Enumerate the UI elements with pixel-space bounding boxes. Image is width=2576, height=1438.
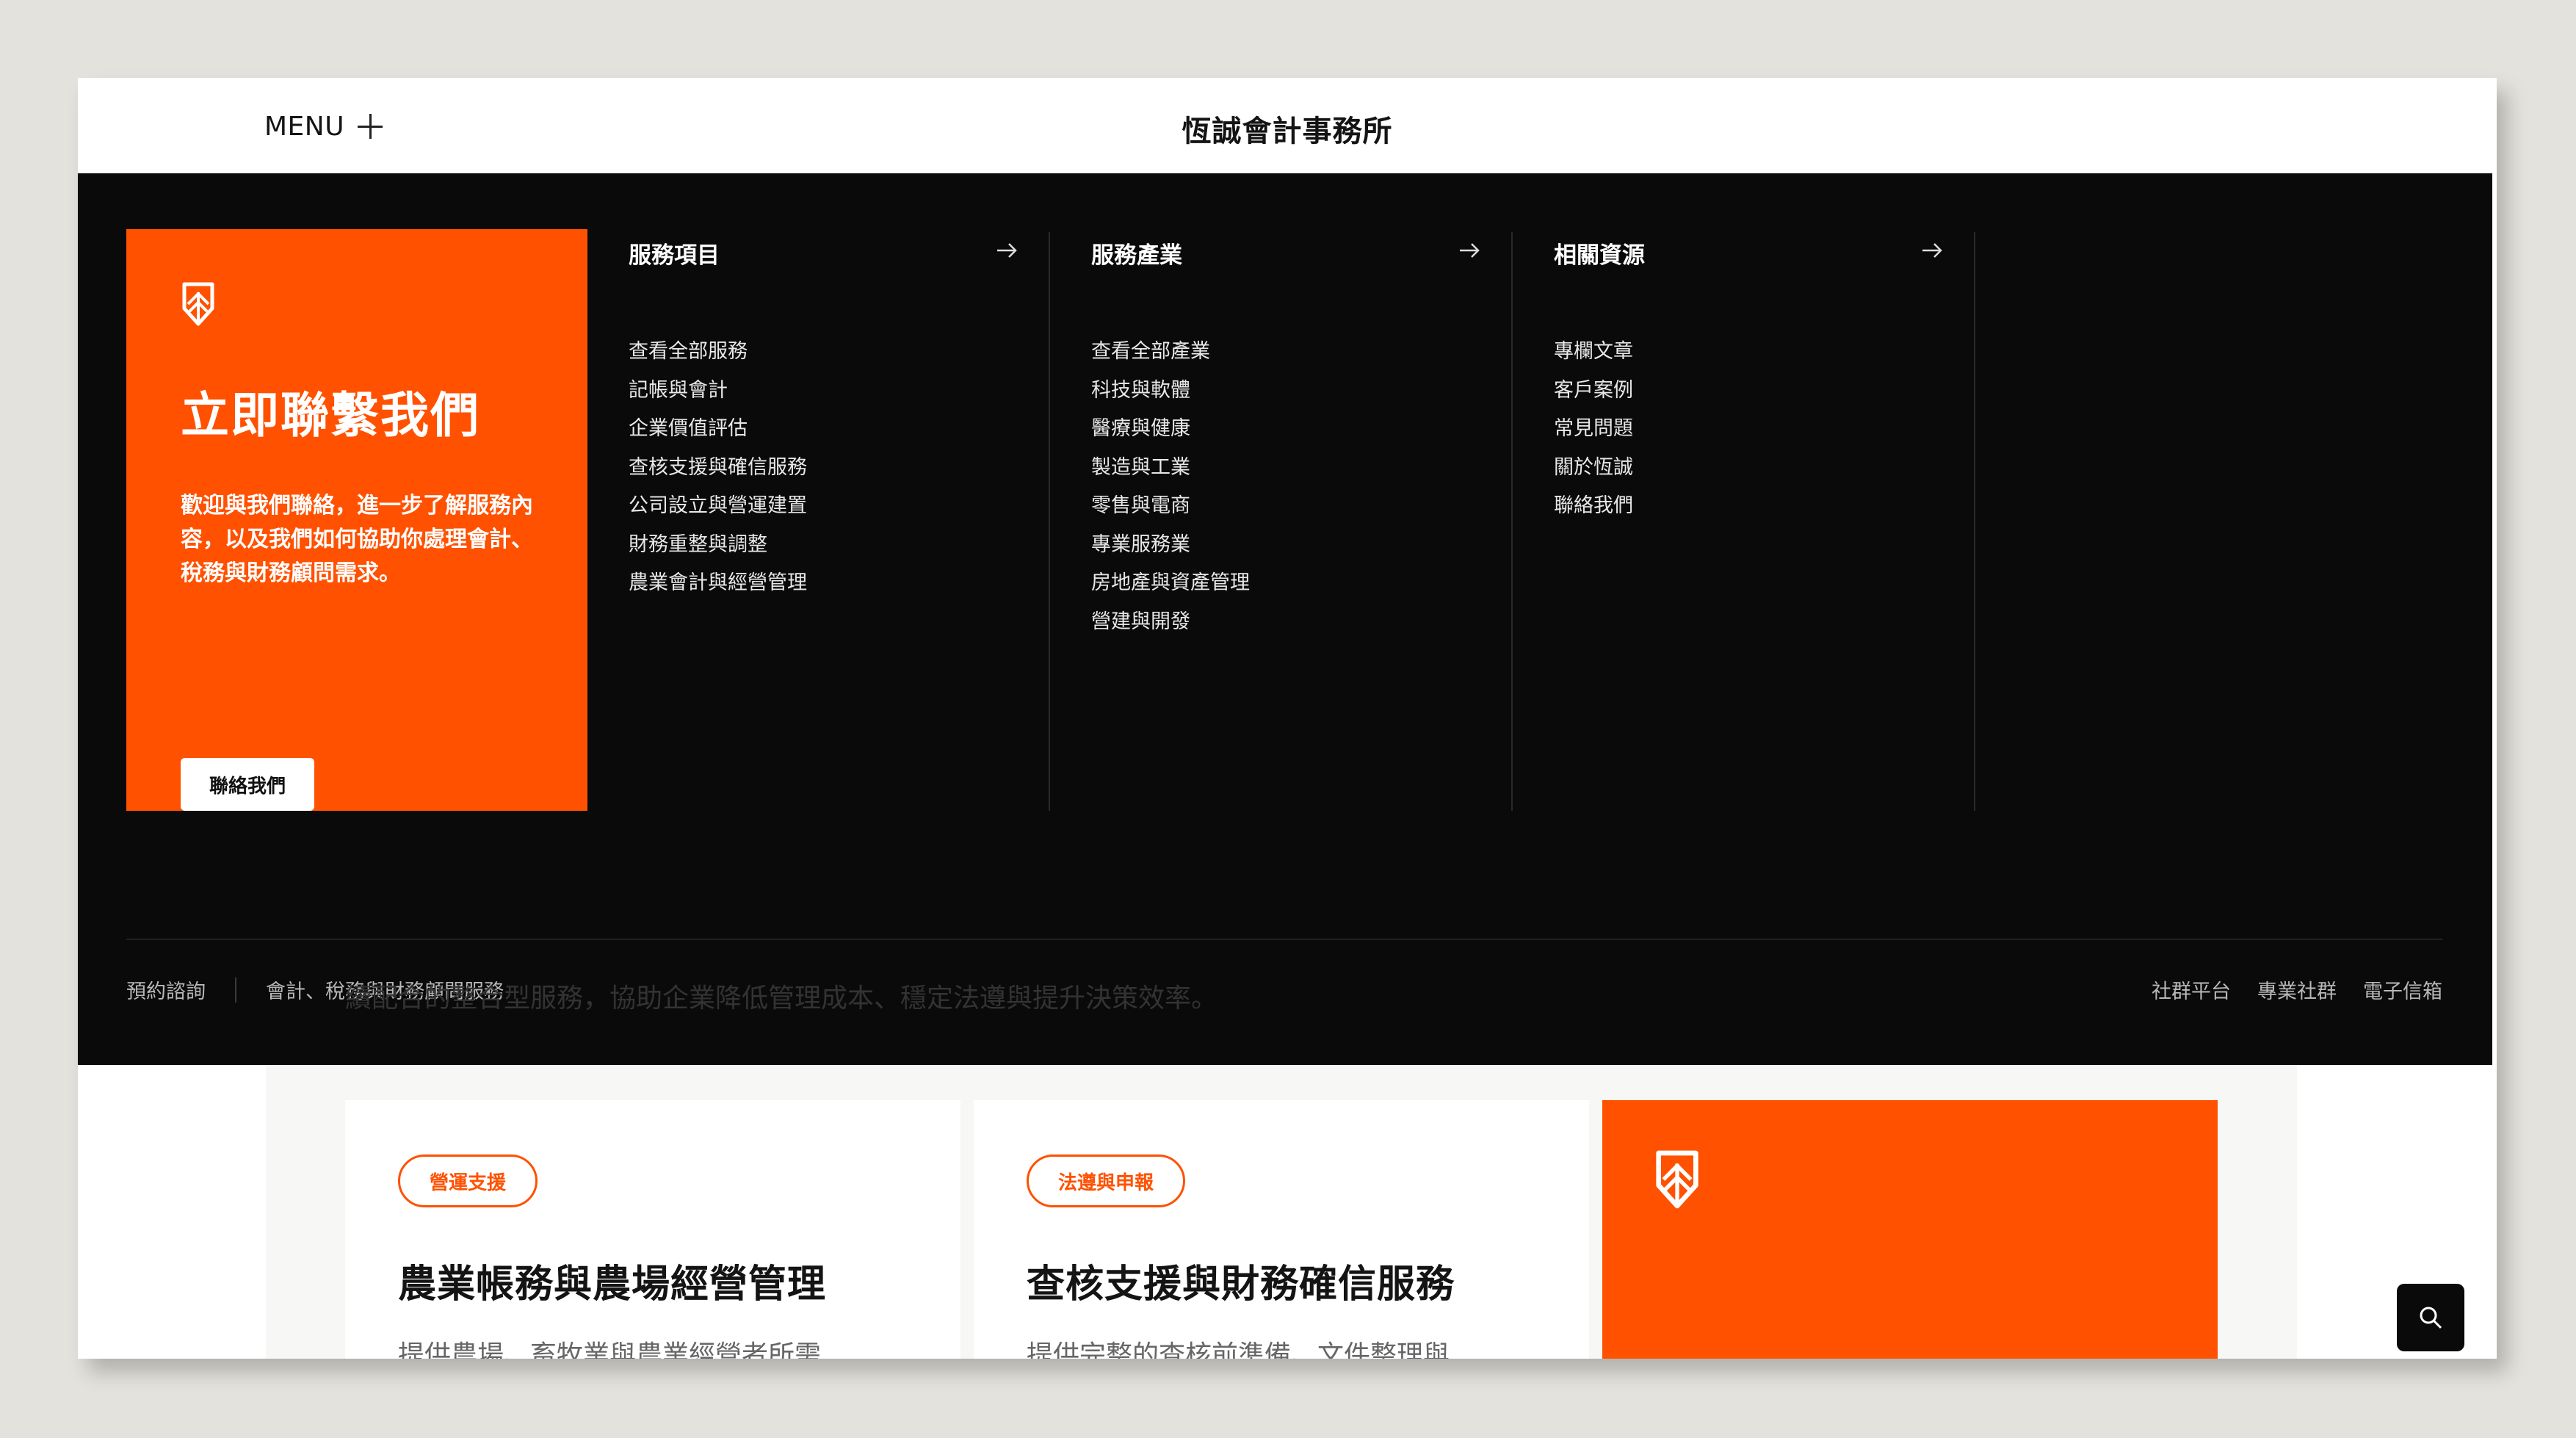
- search-icon: [2420, 1307, 2442, 1329]
- menu-link[interactable]: 科技與軟體: [1091, 379, 1250, 419]
- card-description: 提供完整的查核前準備、文件整理與: [1027, 1340, 1450, 1359]
- menu-column-industries: 服務產業 查看全部產業 科技與軟體 醫療與健康 製造與工業 零售與電商 專業服務…: [1091, 229, 1480, 811]
- mega-menu-divider: [126, 939, 2442, 940]
- menu-link[interactable]: 記帳與會計: [629, 379, 807, 419]
- arrow-right-icon: [1922, 243, 1942, 258]
- menu-link[interactable]: 常見問題: [1554, 418, 1633, 457]
- arrow-right-icon: [997, 243, 1017, 258]
- column-title: 相關資源: [1554, 242, 1645, 269]
- arrow-right-icon: [1460, 243, 1480, 258]
- contact-cta-panel: 立即聯繫我們 歡迎與我們聯絡，進一步了解服務內容，以及我們如何協助你處理會計、稅…: [126, 229, 587, 811]
- logo-icon: [1656, 1150, 1698, 1209]
- social-platform-link[interactable]: 社群平台: [2152, 975, 2231, 1004]
- card-title: 農業帳務與農場經營管理: [398, 1262, 827, 1307]
- column-divider: [1511, 232, 1513, 811]
- menu-link[interactable]: 公司設立與營運建置: [629, 495, 807, 534]
- card-tag: 營運支援: [398, 1155, 538, 1207]
- site-header: MENU 恆誠會計事務所: [78, 78, 2497, 173]
- menu-link[interactable]: 聯絡我們: [1554, 495, 1633, 534]
- menu-link[interactable]: 醫療與健康: [1091, 418, 1250, 457]
- search-button[interactable]: [2397, 1284, 2464, 1351]
- menu-link[interactable]: 查看全部產業: [1091, 341, 1250, 380]
- card-tag: 法遵與申報: [1027, 1155, 1186, 1207]
- column-divider: [1049, 232, 1050, 811]
- menu-link[interactable]: 專業服務業: [1091, 533, 1250, 573]
- menu-link[interactable]: 企業價值評估: [629, 418, 807, 457]
- menu-link[interactable]: 客戶案例: [1554, 379, 1633, 419]
- column-divider: [1974, 232, 1975, 811]
- menu-link[interactable]: 農業會計與經營管理: [629, 572, 807, 611]
- section-intro-text: 續配合的整合型服務，協助企業降低管理成本、穩定法遵與提升決策效率。: [345, 983, 1218, 1014]
- column-title: 服務項目: [629, 242, 720, 269]
- resources-heading-link[interactable]: 相關資源: [1554, 229, 1943, 273]
- footer-divider: [235, 977, 236, 1002]
- service-card[interactable]: 營運支援 農業帳務與農場經營管理 提供農場、畜牧業與農業經營者所需: [345, 1100, 960, 1359]
- column-title: 服務產業: [1091, 242, 1182, 269]
- resources-list: 專欄文章 客戶案例 常見問題 關於恆誠 聯絡我們: [1554, 341, 1633, 534]
- email-link[interactable]: 電子信箱: [2363, 975, 2442, 1004]
- contact-us-button[interactable]: 聯絡我們: [181, 758, 314, 811]
- promo-card[interactable]: [1602, 1100, 2218, 1359]
- mega-footer-right: 社群平台 專業社群 電子信箱: [2152, 975, 2442, 1004]
- mega-menu: 立即聯繫我們 歡迎與我們聯絡，進一步了解服務內容，以及我們如何協助你處理會計、稅…: [78, 173, 2492, 1065]
- menu-column-services: 服務項目 查看全部服務 記帳與會計 企業價值評估 查核支援與確信服務 公司設立與…: [629, 229, 1018, 811]
- services-heading-link[interactable]: 服務項目: [629, 229, 1018, 273]
- cta-description: 歡迎與我們聯絡，進一步了解服務內容，以及我們如何協助你處理會計、稅務與財務顧問需…: [181, 493, 533, 586]
- logo-icon: [182, 282, 214, 326]
- site-title[interactable]: 恆誠會計事務所: [78, 107, 2497, 150]
- menu-link[interactable]: 房地產與資產管理: [1091, 572, 1250, 611]
- menu-link[interactable]: 專欄文章: [1554, 341, 1633, 380]
- menu-link[interactable]: 營建與開發: [1091, 610, 1250, 650]
- service-card[interactable]: 法遵與申報 查核支援與財務確信服務 提供完整的查核前準備、文件整理與: [974, 1100, 1589, 1359]
- menu-link[interactable]: 關於恆誠: [1554, 456, 1633, 496]
- book-consultation-link[interactable]: 預約諮詢: [126, 975, 206, 1004]
- menu-link[interactable]: 查核支援與確信服務: [629, 456, 807, 496]
- menu-link[interactable]: 財務重整與調整: [629, 533, 807, 573]
- browser-window: MENU 恆誠會計事務所 立即聯繫我們 歡迎與我們聯絡，進一步了解服務內容，以及…: [78, 78, 2497, 1359]
- cta-title: 立即聯繫我們: [181, 387, 480, 444]
- industries-list: 查看全部產業 科技與軟體 醫療與健康 製造與工業 零售與電商 專業服務業 房地產…: [1091, 341, 1250, 649]
- menu-column-resources: 相關資源 專欄文章 客戶案例 常見問題 關於恆誠 聯絡我們: [1554, 229, 1943, 811]
- card-title: 查核支援與財務確信服務: [1027, 1262, 1455, 1307]
- card-description: 提供農場、畜牧業與農業經營者所需: [398, 1340, 822, 1359]
- menu-link[interactable]: 製造與工業: [1091, 456, 1250, 496]
- services-list: 查看全部服務 記帳與會計 企業價值評估 查核支援與確信服務 公司設立與營運建置 …: [629, 341, 807, 611]
- menu-link[interactable]: 查看全部服務: [629, 341, 807, 380]
- menu-link[interactable]: 零售與電商: [1091, 495, 1250, 534]
- professional-network-link[interactable]: 專業社群: [2257, 975, 2337, 1004]
- industries-heading-link[interactable]: 服務產業: [1091, 229, 1480, 273]
